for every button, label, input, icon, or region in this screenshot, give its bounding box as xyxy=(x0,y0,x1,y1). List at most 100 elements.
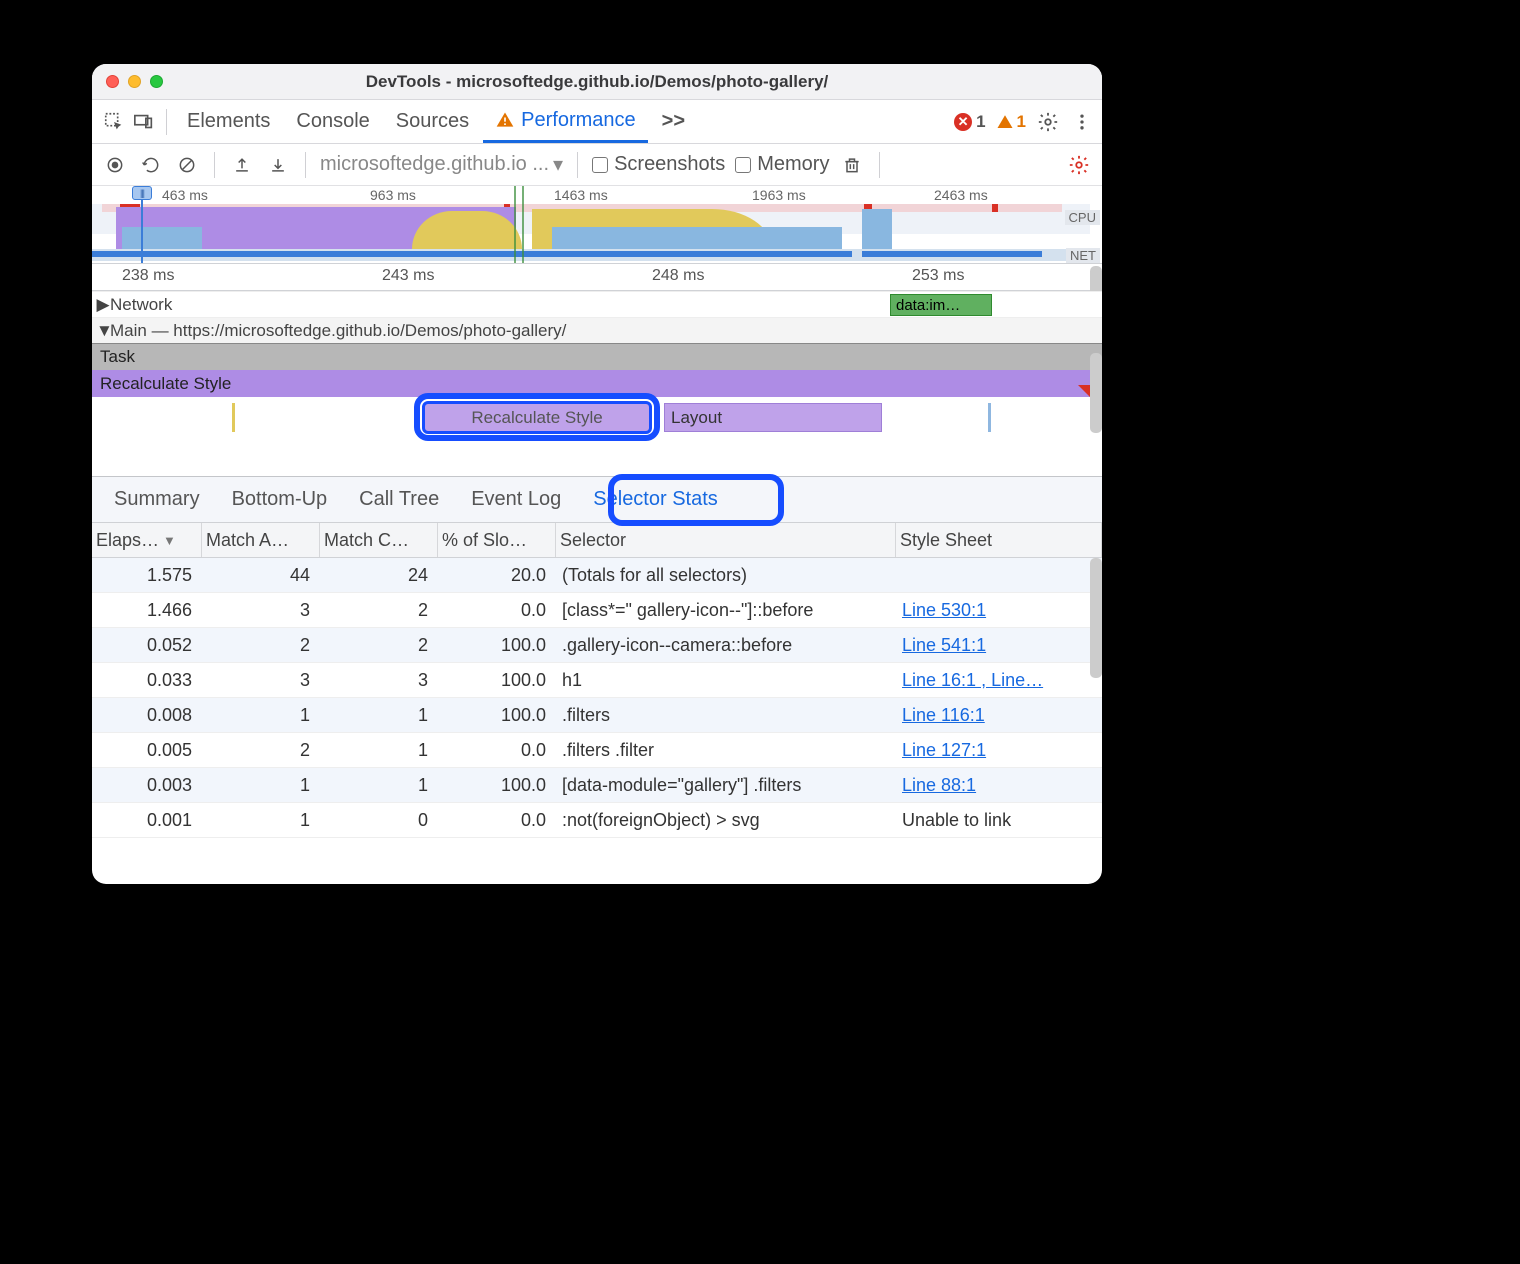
table-cell: 2 xyxy=(202,628,320,662)
overview-selection-handle[interactable]: ||| xyxy=(132,186,152,200)
table-row[interactable]: 0.00311100.0[data-module="gallery"] .fil… xyxy=(92,768,1102,803)
table-row[interactable]: 0.001100.0:not(foreignObject) > svgUnabl… xyxy=(92,803,1102,838)
recording-select[interactable]: microsoftedge.github.io ... ▾ xyxy=(320,152,563,177)
error-count: 1 xyxy=(976,112,985,132)
col-match-count[interactable]: Match C… xyxy=(320,523,438,557)
table-cell: .filters .filter xyxy=(556,733,896,767)
device-toolbar-icon[interactable] xyxy=(130,108,158,136)
table-cell: 0.0 xyxy=(438,733,556,767)
table-row[interactable]: 0.03333100.0h1Line 16:1 , Line… xyxy=(92,663,1102,698)
table-row[interactable]: 0.00811100.0.filtersLine 116:1 xyxy=(92,698,1102,733)
table-cell: (Totals for all selectors) xyxy=(556,558,896,592)
screenshots-checkbox[interactable]: Screenshots xyxy=(592,153,725,176)
flamechart[interactable]: ▶ Network data:im… ▼ Main — https://micr… xyxy=(92,291,1102,477)
table-cell: 1.575 xyxy=(92,558,202,592)
main-row-header[interactable]: ▼ Main — https://microsoftedge.github.io… xyxy=(92,317,1102,343)
tick-label: 1963 ms xyxy=(752,187,806,203)
more-menu-icon[interactable] xyxy=(1070,110,1094,134)
tab-event-log[interactable]: Event Log xyxy=(455,477,577,522)
col-pct-slow[interactable]: % of Slo… xyxy=(438,523,556,557)
reload-icon[interactable] xyxy=(138,152,164,178)
settings-icon[interactable] xyxy=(1036,110,1060,134)
tab-call-tree[interactable]: Call Tree xyxy=(343,477,455,522)
details-tabstrip: Summary Bottom-Up Call Tree Event Log Se… xyxy=(92,477,1102,523)
checkbox-icon xyxy=(735,157,751,173)
flame-subrow: Recalculate Style Layout xyxy=(92,401,1102,435)
col-stylesheet[interactable]: Style Sheet xyxy=(896,523,1102,557)
stylesheet-link[interactable]: Line 127:1 xyxy=(902,740,986,761)
separator xyxy=(305,152,306,178)
download-icon[interactable] xyxy=(265,152,291,178)
upload-icon[interactable] xyxy=(229,152,255,178)
task-block[interactable]: Task xyxy=(92,343,1102,370)
selector-stats-table: Elaps… ▼ Match A… Match C… % of Slo… Sel… xyxy=(92,523,1102,884)
table-row[interactable]: 0.05222100.0.gallery-icon--camera::befor… xyxy=(92,628,1102,663)
scrollbar-thumb[interactable] xyxy=(1090,353,1102,433)
table-cell: 0.0 xyxy=(438,593,556,627)
stylesheet-link[interactable]: Line 16:1 , Line… xyxy=(902,670,1043,691)
col-elapsed[interactable]: Elaps… ▼ xyxy=(92,523,202,557)
table-cell: 0.001 xyxy=(92,803,202,837)
capture-settings-icon[interactable] xyxy=(1066,152,1092,178)
memory-checkbox[interactable]: Memory xyxy=(735,153,829,176)
memory-label: Memory xyxy=(757,153,829,176)
network-label: Network xyxy=(110,295,172,315)
col-selector[interactable]: Selector xyxy=(556,523,896,557)
layout-block[interactable]: Layout xyxy=(664,403,882,432)
cpu-track-label: CPU xyxy=(1065,210,1100,225)
paint-block[interactable] xyxy=(988,403,991,432)
timestamp-marker xyxy=(522,186,524,263)
clear-icon[interactable] xyxy=(174,152,200,178)
table-cell: 1 xyxy=(320,698,438,732)
table-cell: 1 xyxy=(202,803,320,837)
tab-elements[interactable]: Elements xyxy=(175,100,282,143)
script-block[interactable] xyxy=(232,403,235,432)
table-cell: 44 xyxy=(202,558,320,592)
table-cell: 0.052 xyxy=(92,628,202,662)
timeline-overview[interactable]: 463 ms 963 ms 1463 ms 1963 ms 2463 ms CP… xyxy=(92,186,1102,264)
tab-sources[interactable]: Sources xyxy=(384,100,481,143)
table-body: 1.575442420.0(Totals for all selectors)1… xyxy=(92,558,1102,884)
inspect-element-icon[interactable] xyxy=(100,108,128,136)
table-cell: Line 541:1 xyxy=(896,628,1102,662)
recalculate-style-selected[interactable]: Recalculate Style xyxy=(422,401,652,434)
highlight-ring xyxy=(608,474,784,526)
stylesheet-link[interactable]: Line 530:1 xyxy=(902,600,986,621)
table-cell: Unable to link xyxy=(896,803,1102,837)
tabstrip-right: ✕ 1 1 xyxy=(954,110,1094,134)
record-icon[interactable] xyxy=(102,152,128,178)
error-badge[interactable]: ✕ 1 xyxy=(954,112,985,132)
table-row[interactable]: 0.005210.0.filters .filterLine 127:1 xyxy=(92,733,1102,768)
table-cell: 2 xyxy=(320,593,438,627)
stylesheet-link[interactable]: Line 88:1 xyxy=(902,775,976,796)
table-cell: 3 xyxy=(320,663,438,697)
table-cell: 3 xyxy=(202,663,320,697)
table-cell: 100.0 xyxy=(438,628,556,662)
tab-console[interactable]: Console xyxy=(284,100,381,143)
warning-count: 1 xyxy=(1017,112,1026,132)
table-row[interactable]: 1.466320.0[class*=" gallery-icon--"]::be… xyxy=(92,593,1102,628)
timeline-ruler[interactable]: 238 ms 243 ms 248 ms 253 ms xyxy=(92,264,1102,291)
stylesheet-link[interactable]: Line 541:1 xyxy=(902,635,986,656)
tab-summary[interactable]: Summary xyxy=(98,477,216,522)
network-row-header[interactable]: ▶ Network data:im… xyxy=(92,291,1102,317)
stylesheet-link[interactable]: Line 116:1 xyxy=(902,705,985,726)
ruler-tick: 238 ms xyxy=(122,267,174,285)
table-cell: [class*=" gallery-icon--"]::before xyxy=(556,593,896,627)
network-request-block[interactable]: data:im… xyxy=(890,294,992,316)
tab-bottom-up[interactable]: Bottom-Up xyxy=(216,477,344,522)
collect-garbage-icon[interactable] xyxy=(839,152,865,178)
table-cell: 20.0 xyxy=(438,558,556,592)
col-match-attempts[interactable]: Match A… xyxy=(202,523,320,557)
timestamp-marker xyxy=(514,186,516,263)
warning-badge[interactable]: 1 xyxy=(996,112,1026,132)
performance-toolbar: microsoftedge.github.io ... ▾ Screenshot… xyxy=(92,144,1102,186)
scrollbar-thumb[interactable] xyxy=(1090,558,1102,678)
tick-label: 2463 ms xyxy=(934,187,988,203)
table-row[interactable]: 1.575442420.0(Totals for all selectors) xyxy=(92,558,1102,593)
overview-ticks: 463 ms 963 ms 1463 ms 1963 ms 2463 ms xyxy=(92,186,1090,204)
separator xyxy=(879,152,880,178)
tab-performance[interactable]: Performance xyxy=(483,100,648,143)
tabs-overflow[interactable]: >> xyxy=(650,100,697,143)
table-cell: 0.0 xyxy=(438,803,556,837)
